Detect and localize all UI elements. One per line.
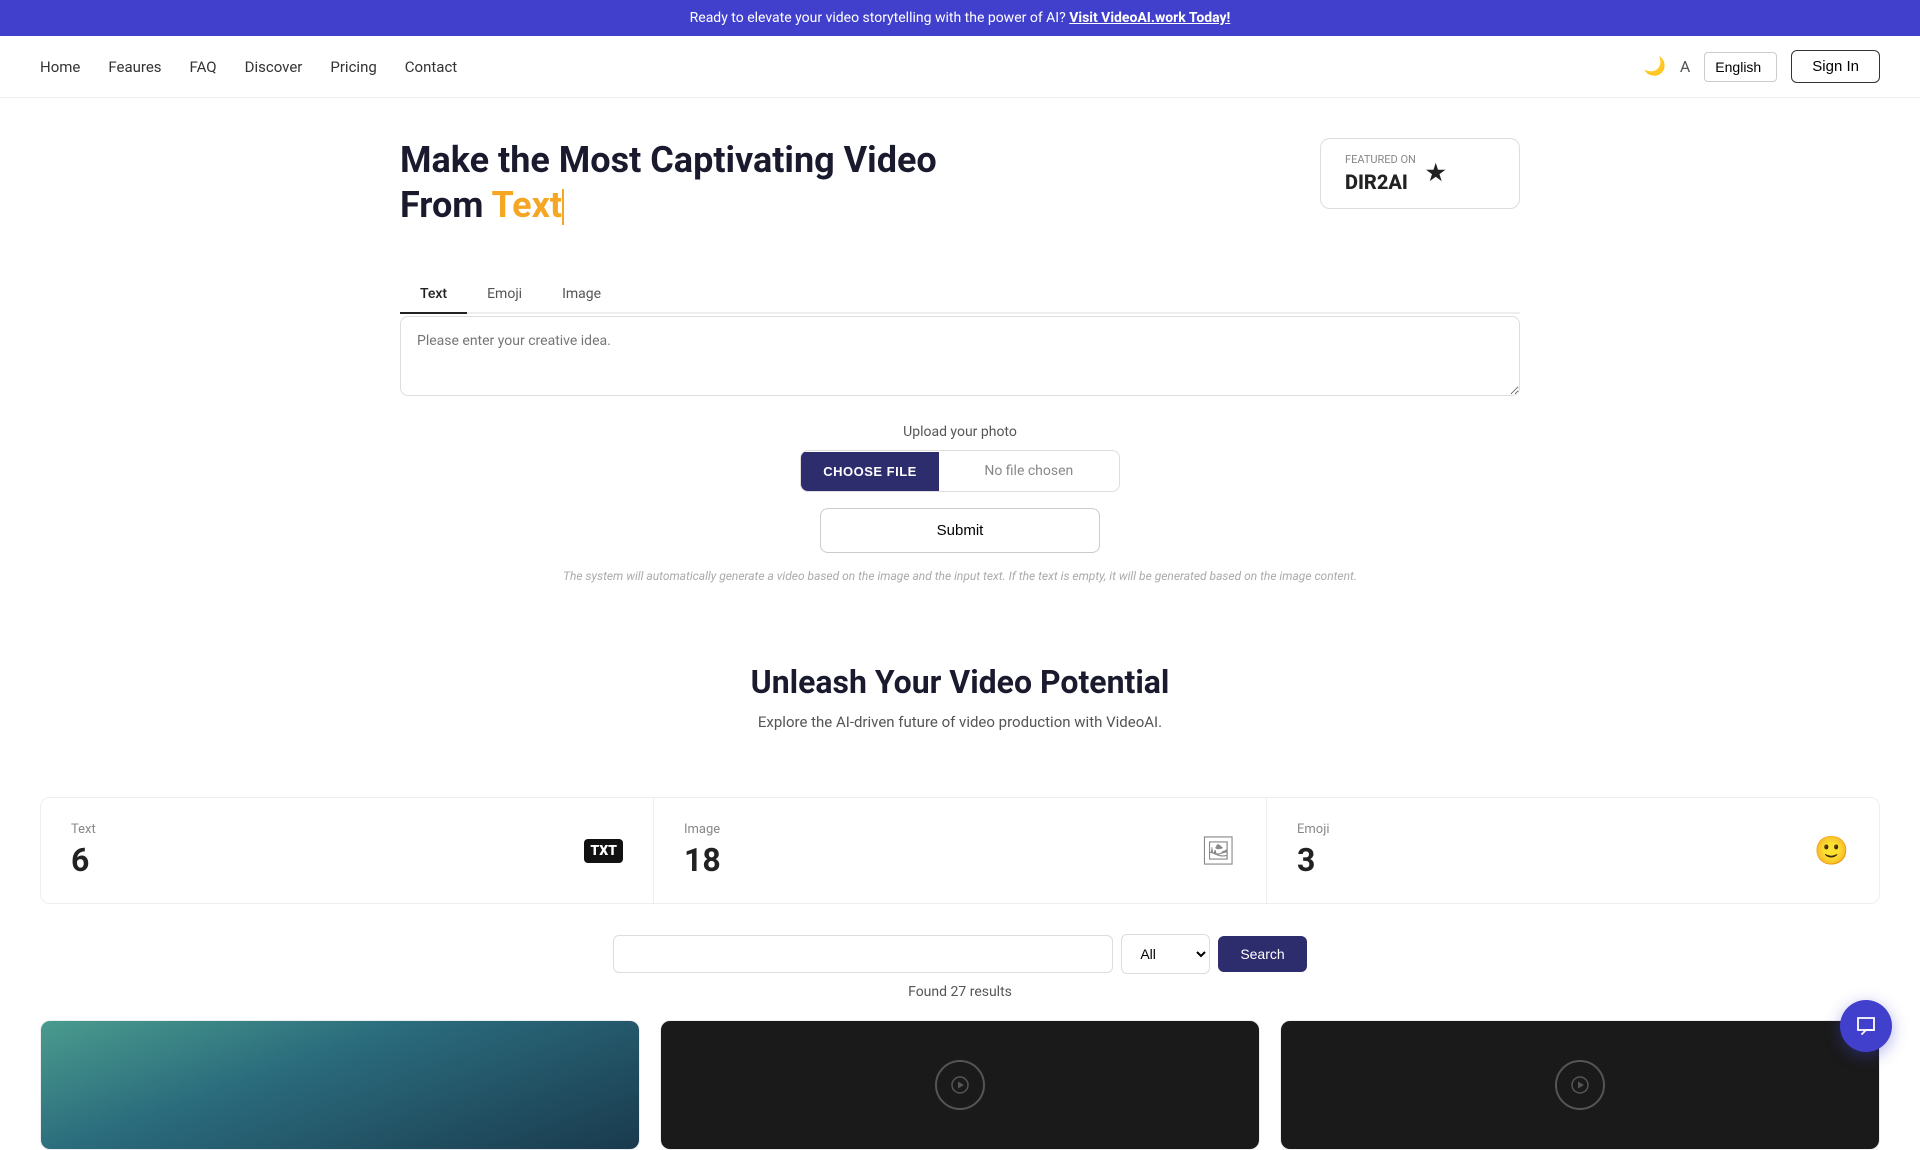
dir2ai-badge: FEATURED ON DIR2AI ★ (1320, 138, 1520, 209)
thumbnails-row (40, 1020, 1880, 1150)
hero-title-line2-prefix: From (400, 184, 491, 226)
unleash-subtitle: Explore the AI-driven future of video pr… (400, 713, 1520, 731)
stat-emoji-icon: 🙂 (1814, 834, 1849, 867)
file-input-wrapper: CHOOSE FILE No file chosen (800, 450, 1120, 492)
file-name-display: No file chosen (939, 451, 1119, 491)
hero-left: Make the Most Captivating Video From Tex… (400, 138, 1280, 256)
stat-text-label: Text (71, 822, 96, 837)
auto-generate-note: The system will automatically generate a… (400, 569, 1520, 583)
stat-text-icon: TXT (584, 839, 623, 863)
nav-right: 🌙 A English Spanish French Sign In (1643, 50, 1880, 83)
chat-icon (1854, 1014, 1878, 1038)
thumbnail-dark-2[interactable] (1280, 1020, 1880, 1150)
hero-section: Make the Most Captivating Video From Tex… (360, 98, 1560, 256)
nav-discover[interactable]: Discover (245, 58, 303, 76)
translate-icon[interactable]: A (1680, 57, 1690, 76)
creative-idea-input[interactable] (400, 316, 1520, 396)
tabs-wrapper: Text Emoji Image (400, 276, 1520, 314)
stat-text: Text 6 TXT (41, 798, 654, 903)
navbar: Home Feaures FAQ Discover Pricing Contac… (0, 36, 1920, 98)
nav-contact[interactable]: Contact (405, 58, 457, 76)
nav-features[interactable]: Feaures (108, 58, 161, 76)
nav-home[interactable]: Home (40, 58, 80, 76)
badge-featured-on: FEATURED ON (1345, 153, 1416, 166)
main-content: Text Emoji Image Upload your photo CHOOS… (360, 276, 1560, 583)
search-input[interactable] (613, 935, 1113, 973)
unleash-title: Unleash Your Video Potential (400, 663, 1520, 701)
stat-image-label: Image (684, 822, 721, 837)
banner-link[interactable]: Visit VideoAI.work Today! (1069, 10, 1230, 26)
play-icon-1 (935, 1060, 985, 1110)
banner-text: Ready to elevate your video storytelling… (690, 10, 1066, 26)
nav-pricing[interactable]: Pricing (330, 58, 376, 76)
hero-title: Make the Most Captivating Video From Tex… (400, 138, 1280, 228)
thumbnail-ocean[interactable] (40, 1020, 640, 1150)
tab-text[interactable]: Text (400, 276, 467, 314)
badge-star: ★ (1426, 161, 1446, 186)
sign-in-button[interactable]: Sign In (1791, 50, 1880, 83)
search-row: All Text Image Emoji Search (40, 934, 1880, 974)
input-tabs: Text Emoji Image (400, 276, 1520, 314)
text-cursor (562, 189, 564, 225)
stats-row: Text 6 TXT Image 18 🖼 Emoji 3 🙂 (40, 797, 1880, 904)
upload-section: Upload your photo CHOOSE FILE No file ch… (400, 424, 1520, 492)
chat-bubble[interactable] (1840, 1000, 1892, 1052)
stat-emoji-number: 3 (1297, 841, 1329, 879)
stat-text-number: 6 (71, 841, 96, 879)
dark-mode-icon[interactable]: 🌙 (1643, 56, 1665, 77)
choose-file-button[interactable]: CHOOSE FILE (801, 452, 939, 491)
thumbnail-dark-1[interactable] (660, 1020, 1260, 1150)
tab-emoji[interactable]: Emoji (467, 276, 542, 314)
unleash-section: Unleash Your Video Potential Explore the… (360, 623, 1560, 797)
play-icon-2 (1555, 1060, 1605, 1110)
nav-faq[interactable]: FAQ (190, 58, 217, 76)
stat-emoji-label: Emoji (1297, 822, 1329, 837)
stat-image-icon: 🖼 (1200, 834, 1236, 867)
stat-emoji: Emoji 3 🙂 (1267, 798, 1879, 903)
hero-title-line1: Make the Most Captivating Video (400, 139, 937, 181)
tab-image[interactable]: Image (542, 276, 621, 314)
hero-title-highlight: Text (491, 184, 562, 226)
badge-name: DIR2AI (1345, 170, 1408, 194)
nav-links: Home Feaures FAQ Discover Pricing Contac… (40, 58, 1611, 76)
upload-label: Upload your photo (400, 424, 1520, 440)
language-select[interactable]: English Spanish French (1704, 52, 1777, 82)
stat-image-number: 18 (684, 841, 721, 879)
search-filter-select[interactable]: All Text Image Emoji (1121, 934, 1210, 974)
submit-button[interactable]: Submit (820, 508, 1100, 553)
search-button[interactable]: Search (1218, 936, 1306, 972)
top-banner: Ready to elevate your video storytelling… (0, 0, 1920, 36)
stat-image: Image 18 🖼 (654, 798, 1267, 903)
found-results: Found 27 results (0, 984, 1920, 1000)
